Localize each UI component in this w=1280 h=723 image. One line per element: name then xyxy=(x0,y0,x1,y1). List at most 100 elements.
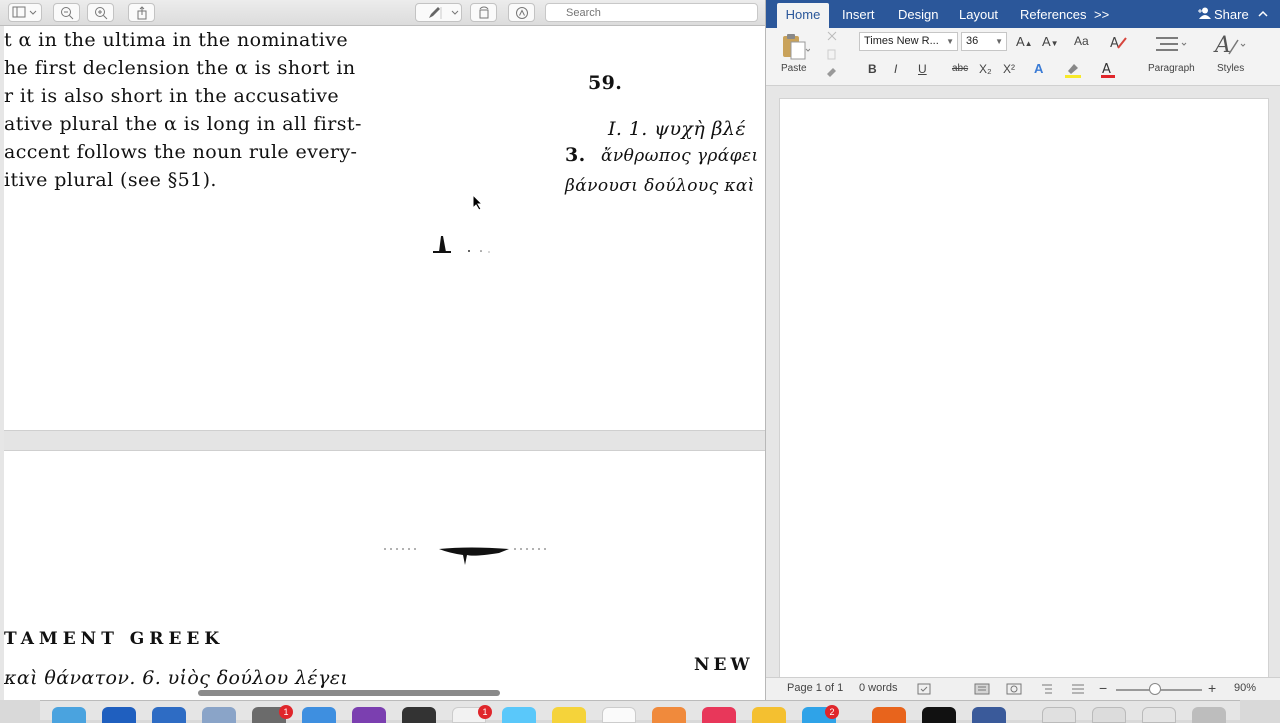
strikethrough-button[interactable]: abc xyxy=(952,63,968,74)
document-page[interactable] xyxy=(779,98,1269,688)
word-window: Home Insert Design Layout References >> … xyxy=(765,0,1280,700)
tab-design[interactable]: Design xyxy=(898,7,938,22)
zoom-in-button[interactable] xyxy=(87,3,114,22)
outline-icon[interactable] xyxy=(1040,683,1054,695)
change-case-icon[interactable]: Aa xyxy=(1074,34,1089,48)
svg-text:A: A xyxy=(1110,36,1119,50)
exercise-number: 3. xyxy=(565,144,586,166)
paste-label: Paste xyxy=(781,63,807,74)
firefox-dock-icon[interactable] xyxy=(872,707,906,723)
tab-home[interactable]: Home xyxy=(777,3,829,28)
pdf-page-1: t α in the ultima in the nominative he f… xyxy=(4,26,765,430)
search-input[interactable] xyxy=(545,3,758,22)
safari-dock-icon[interactable] xyxy=(302,707,336,723)
notification-badge: 2 xyxy=(825,705,839,719)
zoom-in-icon[interactable]: + xyxy=(1208,680,1216,696)
share-icon xyxy=(137,6,146,20)
scan-artifact xyxy=(433,236,490,253)
notes-dock-icon[interactable] xyxy=(552,707,586,723)
page-count: Page 1 of 1 xyxy=(787,682,844,694)
print-layout-icon[interactable] xyxy=(974,683,990,695)
cut-icon xyxy=(827,31,837,41)
italic-button[interactable]: I xyxy=(894,62,897,76)
tab-insert[interactable]: Insert xyxy=(842,7,875,22)
trash-dock-icon[interactable] xyxy=(1192,707,1226,723)
page-separator xyxy=(4,430,765,451)
pen-icon xyxy=(428,7,458,19)
zoom-out-icon[interactable]: − xyxy=(1099,680,1107,696)
tab-overflow-button[interactable]: >> xyxy=(1094,7,1109,22)
format-painter-icon xyxy=(827,68,836,77)
proofing-icon[interactable] xyxy=(917,683,931,695)
shrink-font-icon[interactable]: A▼ xyxy=(1042,34,1059,49)
exercise-line: ἄνθρωπος γράφει xyxy=(601,146,759,166)
horizontal-scrollbar[interactable] xyxy=(198,690,500,696)
underline-button[interactable]: U xyxy=(918,62,927,76)
styles-icon[interactable]: A xyxy=(1213,32,1247,58)
mouse-cursor-icon xyxy=(472,194,484,211)
photos-dock-icon[interactable] xyxy=(652,707,686,723)
terminal-dock-icon[interactable] xyxy=(402,707,436,723)
paragraph-label: Paragraph xyxy=(1148,63,1195,74)
word-count[interactable]: 0 words xyxy=(859,682,898,694)
chevron-up-icon[interactable] xyxy=(1258,10,1268,17)
app-dock-icon[interactable] xyxy=(752,707,786,723)
app-dock-icon[interactable] xyxy=(972,707,1006,723)
app-dock-icon[interactable] xyxy=(922,707,956,723)
svg-text:A: A xyxy=(1102,62,1111,77)
notification-badge: 1 xyxy=(478,705,492,719)
text-line: t α in the ultima in the nominative xyxy=(4,29,348,51)
onenote-dock-icon[interactable] xyxy=(352,707,386,723)
grow-font-icon[interactable]: A▲ xyxy=(1016,34,1033,49)
document-dock-icon[interactable] xyxy=(1142,707,1176,723)
document-dock-icon[interactable] xyxy=(1042,707,1076,723)
exercise-line: βάνουσι δούλους καὶ xyxy=(565,176,755,196)
subscript-button[interactable]: X₂ xyxy=(979,62,992,76)
font-size-dropdown[interactable]: 36 ▼ xyxy=(961,32,1007,51)
clipboard-tools xyxy=(827,31,837,77)
reminders-dock-icon[interactable] xyxy=(602,707,636,723)
text-line: he first declension the α is short in xyxy=(4,57,356,79)
sidebar-toggle-button[interactable] xyxy=(8,3,42,22)
rotate-button[interactable] xyxy=(470,3,497,22)
text-line: r it is also short in the accusative xyxy=(4,85,340,107)
running-head-right: NEW xyxy=(694,655,754,675)
tab-references[interactable]: References xyxy=(1020,7,1086,22)
word-dock-icon[interactable] xyxy=(152,707,186,723)
zoom-out-button[interactable] xyxy=(53,3,80,22)
zoom-level[interactable]: 90% xyxy=(1234,682,1256,694)
highlighter-icon[interactable] xyxy=(1064,61,1086,79)
document-area xyxy=(766,86,1280,688)
draft-icon[interactable] xyxy=(1071,683,1085,695)
add-person-icon xyxy=(1198,7,1211,19)
preview-dock-icon[interactable] xyxy=(202,707,236,723)
text-effects-icon[interactable]: A xyxy=(1034,61,1043,76)
messages-dock-icon[interactable] xyxy=(502,707,536,723)
share-button[interactable] xyxy=(128,3,155,22)
ribbon-tabs: Home Insert Design Layout References >> … xyxy=(766,0,1280,28)
notification-badge: 1 xyxy=(279,705,293,719)
exercise-line: I. 1. ψυχὴ βλέ xyxy=(608,118,746,140)
clipboard-icon[interactable] xyxy=(780,32,810,62)
font-name-dropdown[interactable]: Times New R... ▼ xyxy=(859,32,958,51)
clear-formatting-icon[interactable]: A xyxy=(1110,34,1128,50)
running-head: TAMENT GREEK xyxy=(4,629,225,649)
chevron-down-icon: ▼ xyxy=(946,37,954,46)
font-color-icon[interactable]: A xyxy=(1100,61,1122,79)
superscript-button[interactable]: X² xyxy=(1003,62,1015,76)
tab-layout[interactable]: Layout xyxy=(959,7,998,22)
finder-dock-icon[interactable] xyxy=(52,707,86,723)
markup-button[interactable] xyxy=(415,3,462,22)
text-line: accent follows the noun rule every- xyxy=(4,141,358,163)
bold-button[interactable]: B xyxy=(868,62,877,76)
zoom-slider-handle[interactable] xyxy=(1149,683,1161,695)
paragraph-icon[interactable] xyxy=(1154,34,1188,56)
app-dock-icon[interactable] xyxy=(102,707,136,723)
pdf-page-2: TAMENT GREEK NEW καὶ θάνατον. 6. υἱὸς δο… xyxy=(4,451,765,700)
share-button[interactable]: Share xyxy=(1214,7,1249,22)
music-dock-icon[interactable] xyxy=(702,707,736,723)
web-layout-icon[interactable] xyxy=(1006,683,1022,695)
text-line: ative plural the α is long in all first- xyxy=(4,113,362,135)
annotate-button[interactable] xyxy=(508,3,535,22)
document-dock-icon[interactable] xyxy=(1092,707,1126,723)
